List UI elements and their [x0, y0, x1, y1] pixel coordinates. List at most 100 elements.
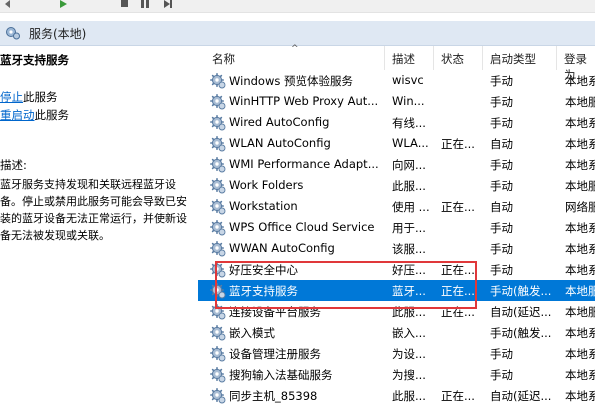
service-name: WinHTTP Web Proxy Aut...: [229, 94, 379, 108]
service-startup-type: 手动: [490, 74, 513, 88]
service-name: Windows 预览体验服务: [229, 74, 353, 88]
table-row[interactable]: Windows 预览体验服务 wisvc 手动 本地系: [198, 70, 595, 91]
back-arrow-icon[interactable]: [4, 0, 14, 8]
table-row[interactable]: 搜狗输入法基础服务 为搜... 手动 本地系: [198, 364, 595, 385]
description-text: 蓝牙服务支持发现和关联远程蓝牙设备。停止或禁用此服务可能会导致已安装的蓝牙设备无…: [0, 178, 187, 242]
stop-suffix: 此服务: [23, 90, 58, 104]
service-description: 嵌入...: [392, 326, 426, 340]
toolbar: [0, 0, 595, 13]
pause-icon[interactable]: [140, 0, 150, 8]
service-name: WWAN AutoConfig: [229, 241, 335, 255]
service-description: 为搜...: [392, 368, 426, 382]
service-description: Win...: [392, 94, 425, 108]
service-startup-type: 自动: [490, 137, 513, 151]
service-name: WLAN AutoConfig: [229, 136, 331, 150]
service-log-on-as: 网络服: [565, 200, 595, 214]
restart-service-link[interactable]: 重启动: [0, 108, 35, 122]
annotation-highlight-box: [215, 261, 477, 309]
header-description[interactable]: 描述: [392, 51, 415, 67]
service-status: 正在...: [441, 200, 475, 214]
header-startup-type[interactable]: 启动类型: [490, 51, 536, 67]
service-startup-type: 手动: [490, 347, 513, 361]
header-name[interactable]: 名称: [212, 51, 235, 67]
service-startup-type: 手动: [490, 158, 513, 172]
column-divider[interactable]: [556, 46, 557, 70]
service-description: 使用 ...: [392, 200, 430, 214]
service-name: Work Folders: [229, 178, 304, 192]
service-log-on-as: 本地服: [565, 179, 595, 193]
stop-action: 停止此服务: [0, 89, 58, 105]
service-name: WMI Performance Adapt...: [229, 157, 379, 171]
gear-icon: [210, 178, 226, 194]
service-log-on-as: 本地系: [565, 263, 595, 277]
service-startup-type: 手动: [490, 116, 513, 130]
column-divider[interactable]: [384, 46, 385, 70]
services-list: ^ 名称 描述 状态 启动类型 登录为 Windows 预览体验服务 wisvc 手…: [198, 44, 595, 404]
play-icon[interactable]: [58, 0, 68, 8]
table-row[interactable]: WPS Office Cloud Service 用于... 手动 本地系: [198, 217, 595, 238]
service-log-on-as: 本地系: [565, 221, 595, 235]
description-label: 描述:: [0, 158, 27, 172]
details-pane: 蓝牙支持服务 停止此服务 重启动此服务 描述: 蓝牙服务支持发现和关联远程蓝牙设…: [0, 46, 198, 398]
gear-icon: [210, 241, 226, 257]
table-row[interactable]: Work Folders 此服... 手动 本地服: [198, 175, 595, 196]
column-divider[interactable]: [482, 46, 483, 70]
column-header-row: ^ 名称 描述 状态 启动类型 登录为: [198, 44, 595, 82]
service-log-on-as: 本地系: [565, 74, 595, 88]
sort-ascending-icon: ^: [291, 44, 299, 54]
scope-title: 服务(本地): [29, 27, 87, 41]
restart-action: 重启动此服务: [0, 107, 69, 123]
service-startup-type: 自动: [490, 200, 513, 214]
service-startup-type: 手动: [490, 368, 513, 382]
service-description: 此服...: [392, 179, 426, 193]
service-description: wisvc: [392, 73, 424, 87]
service-description: 用于...: [392, 221, 426, 235]
table-row[interactable]: Workstation 使用 ... 正在... 自动 网络服: [198, 196, 595, 217]
table-row[interactable]: 嵌入模式 嵌入... 手动(触发... 本地系: [198, 322, 595, 343]
service-startup-type: 自动(延迟...: [490, 389, 552, 403]
service-log-on-as: 本地服: [565, 95, 595, 109]
service-startup-type: 自动(延迟...: [490, 305, 552, 319]
table-row[interactable]: WinHTTP Web Proxy Aut... Win... 手动 本地服: [198, 91, 595, 112]
table-row[interactable]: WLAN AutoConfig WLA... 正在... 自动 本地系: [198, 133, 595, 154]
table-row[interactable]: Wired AutoConfig 有线... 手动 本地系: [198, 112, 595, 133]
service-name: 嵌入模式: [229, 326, 275, 340]
gear-icon: [210, 346, 226, 362]
service-log-on-as: 本地系: [565, 347, 595, 361]
service-description: 该服...: [392, 242, 426, 256]
table-row[interactable]: WMI Performance Adapt... 向网... 手动 本地系: [198, 154, 595, 175]
service-startup-type: 手动: [490, 179, 513, 193]
table-row[interactable]: 设备管理注册服务 为设... 手动 本地系: [198, 343, 595, 364]
service-status: 正在...: [441, 137, 475, 151]
column-divider[interactable]: [433, 46, 434, 70]
service-description: WLA...: [392, 136, 429, 150]
stop-icon[interactable]: [120, 0, 130, 8]
service-description: 有线...: [392, 116, 426, 130]
service-log-on-as: 本地系: [565, 389, 595, 403]
service-log-on-as: 本地系: [565, 326, 595, 340]
table-row[interactable]: WWAN AutoConfig 该服... 手动 本地系: [198, 238, 595, 259]
service-startup-type: 手动: [490, 221, 513, 235]
gear-icon: [210, 136, 226, 152]
scope-header: 服务(本地): [0, 21, 595, 46]
service-name: Workstation: [229, 199, 298, 213]
gear-icon: [210, 157, 226, 173]
service-log-on-as: 本地服: [565, 284, 595, 298]
service-description: 为设...: [392, 347, 426, 361]
restart-icon[interactable]: [163, 0, 173, 8]
gear-icon: [210, 325, 226, 341]
gear-icon: [210, 388, 226, 404]
selected-service-name: 蓝牙支持服务: [0, 53, 69, 67]
service-name: 同步主机_85398: [229, 389, 318, 403]
services-icon: [5, 26, 21, 40]
service-startup-type: 手动: [490, 242, 513, 256]
header-status[interactable]: 状态: [441, 51, 464, 67]
stop-service-link[interactable]: 停止: [0, 90, 23, 104]
service-startup-type: 手动(触发...: [490, 284, 552, 298]
table-row[interactable]: 同步主机_85398 此服... 正在... 自动(延迟... 本地系: [198, 385, 595, 406]
service-name: 设备管理注册服务: [229, 347, 321, 361]
service-startup-type: 手动: [490, 95, 513, 109]
service-status: 正在...: [441, 389, 475, 403]
gear-icon: [210, 94, 226, 110]
service-log-on-as: 本地系: [565, 242, 595, 256]
